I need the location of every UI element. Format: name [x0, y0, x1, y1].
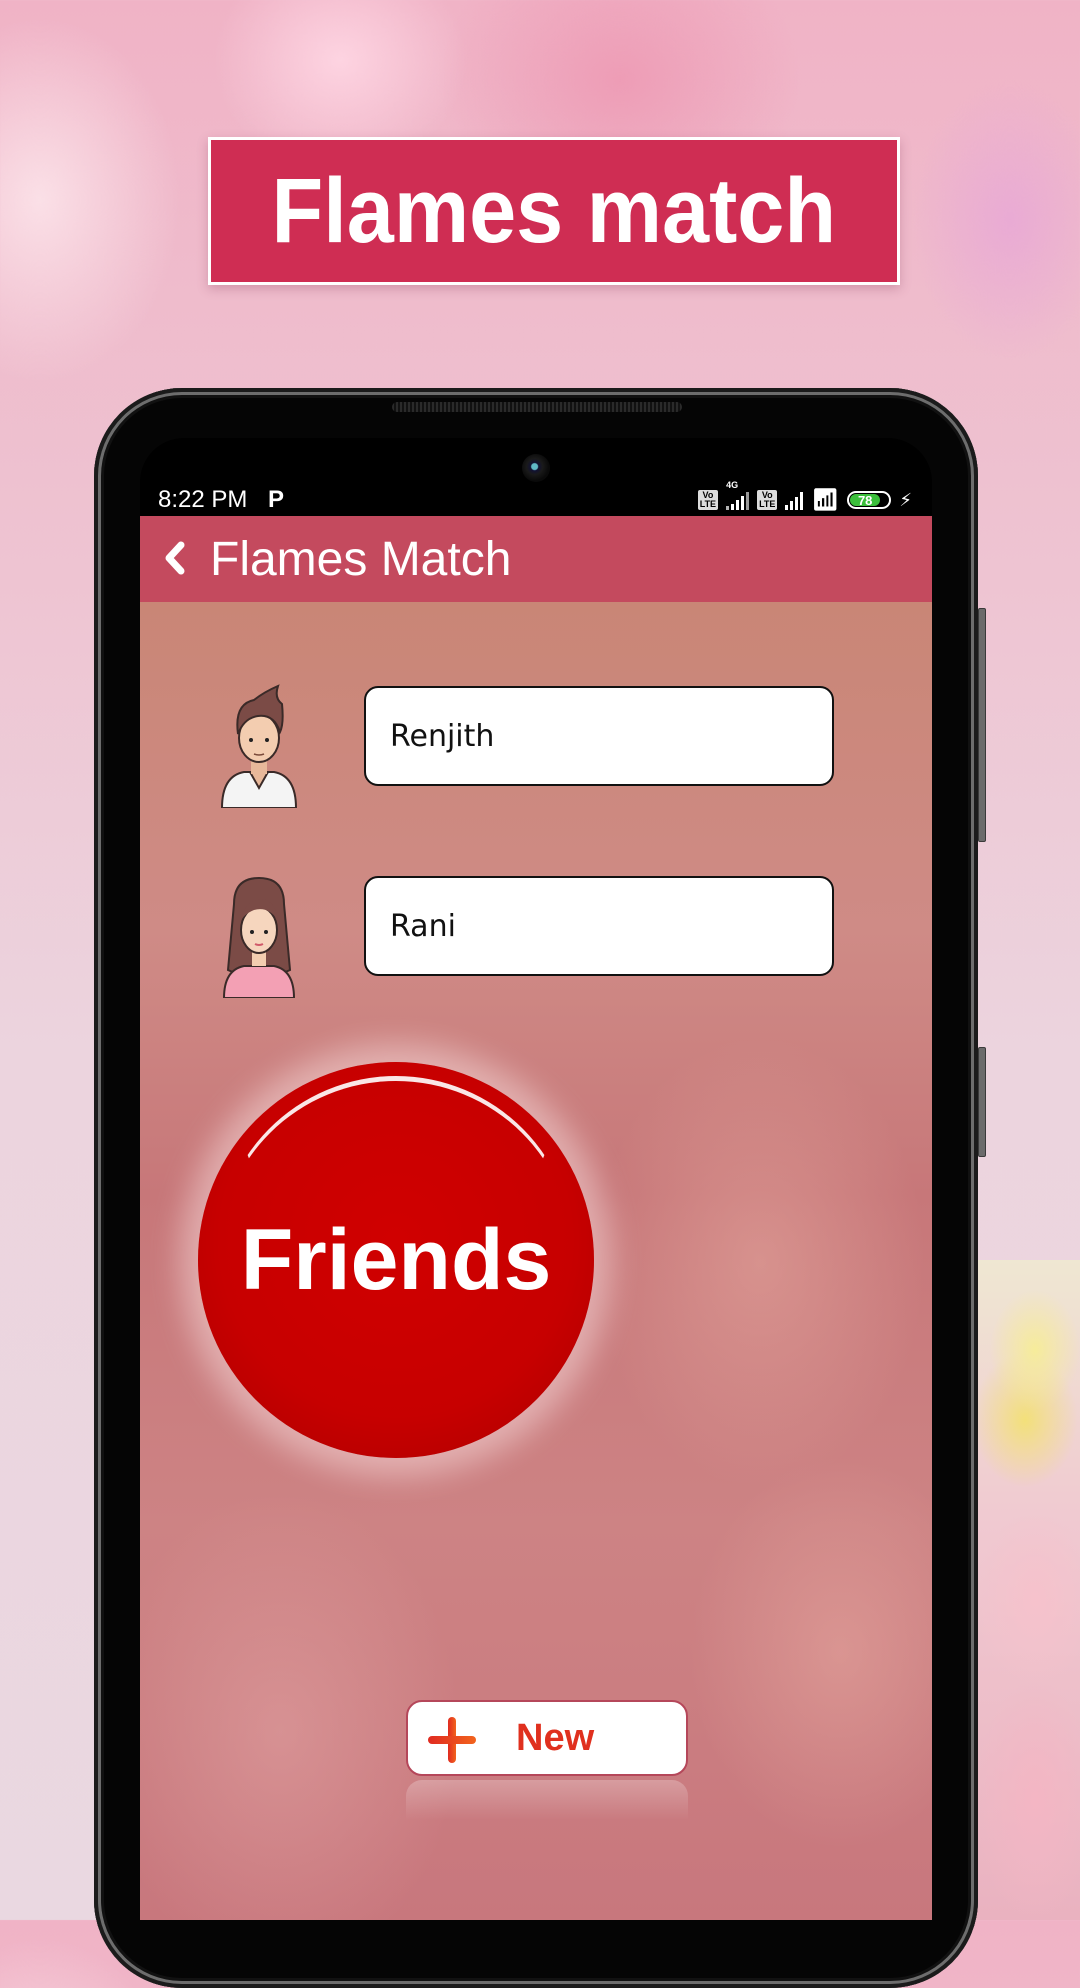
promo-banner: Flames match: [208, 137, 900, 285]
plus-icon: [428, 1717, 476, 1763]
result-badge: Friends: [198, 1062, 594, 1458]
status-time: 8:22 PM: [158, 486, 248, 513]
boy-avatar: [220, 684, 298, 808]
signal-4g-icon: 4G: [726, 480, 750, 510]
status-icons: Vo LTE 4G Vo LTE 📶︎ 78 ⚡︎: [697, 480, 912, 513]
chevron-left-icon: [165, 541, 185, 575]
person2-name-input[interactable]: [364, 876, 834, 976]
power-button: [978, 1047, 986, 1157]
new-button-reflection: [406, 1780, 688, 1820]
signal-icon: [785, 490, 804, 510]
flowers-background: [975, 1260, 1080, 1920]
wifi-icon: 📶︎: [811, 487, 840, 512]
battery-icon: 78: [847, 491, 892, 509]
status-bar: 8:22 PM P Vo LTE 4G Vo LTE 📶︎ 78 ⚡︎: [140, 480, 932, 518]
volte-icon-2: Vo LTE: [757, 490, 778, 510]
earpiece-speaker: [392, 402, 682, 412]
app-title: Flames Match: [210, 532, 512, 586]
promo-banner-title: Flames match: [271, 159, 837, 262]
volume-button: [978, 608, 986, 842]
result-label: Friends: [240, 1211, 552, 1308]
person1-name-input[interactable]: [364, 686, 834, 786]
new-button[interactable]: New: [406, 1700, 688, 1776]
bolt-icon: ⚡︎: [899, 489, 912, 510]
back-button[interactable]: [150, 530, 200, 586]
battery-level: 78: [850, 493, 880, 508]
new-button-label: New: [516, 1716, 595, 1759]
app-bar: Flames Match: [140, 516, 932, 602]
front-camera: [522, 454, 550, 482]
volte-icon: Vo LTE: [697, 490, 719, 510]
parking-p-icon: P: [268, 486, 285, 513]
girl-avatar: [222, 876, 296, 998]
